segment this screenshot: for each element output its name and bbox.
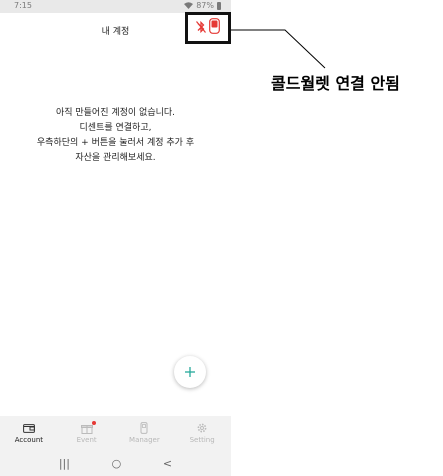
cold-wallet-device-icon xyxy=(209,18,220,38)
nav-label-setting: Setting xyxy=(189,436,215,444)
phone-screen: 7:15 87% 내 계정 아직 만들어진 계정이 없습니다. 디센트를 연결하… xyxy=(0,0,231,476)
wifi-icon xyxy=(184,2,194,9)
page: 7:15 87% 내 계정 아직 만들어진 계정이 없습니다. 디센트를 연결하… xyxy=(0,0,443,476)
bottom-nav: Account Event Manager Setting xyxy=(0,416,231,450)
recent-apps-button[interactable]: ||| xyxy=(59,457,70,470)
nav-item-event[interactable]: Event xyxy=(58,416,116,450)
nav-label-account: Account xyxy=(14,436,43,444)
manager-icon xyxy=(138,422,150,434)
home-button[interactable]: ○ xyxy=(112,457,122,470)
gift-icon xyxy=(80,421,96,434)
nav-item-manager[interactable]: Manager xyxy=(116,416,174,450)
notification-dot xyxy=(91,421,96,425)
empty-state-line: 디센트를 연결하고, xyxy=(79,123,152,133)
empty-state-line: 우측하단의 + 버튼을 눌러서 계정 추가 후 xyxy=(36,138,195,148)
nav-item-account[interactable]: Account xyxy=(0,416,58,450)
battery-percent: 87% xyxy=(196,1,214,10)
gear-icon xyxy=(196,422,208,434)
battery-icon xyxy=(217,1,221,10)
bluetooth-off-icon xyxy=(196,19,206,38)
nav-label-manager: Manager xyxy=(129,436,160,444)
system-nav-bar: ||| ○ < xyxy=(0,450,231,476)
plus-icon xyxy=(184,363,196,382)
add-account-button[interactable] xyxy=(174,356,206,388)
nav-label-event: Event xyxy=(76,436,97,444)
empty-state-line: 아직 만들어진 계정이 없습니다. xyxy=(55,108,176,118)
back-button[interactable]: < xyxy=(163,457,172,470)
status-time: 7:15 xyxy=(14,1,32,10)
wallet-connection-status[interactable] xyxy=(185,12,231,44)
wallet-icon xyxy=(22,422,35,434)
nav-item-setting[interactable]: Setting xyxy=(173,416,231,450)
empty-state-message: 아직 만들어진 계정이 없습니다. 디센트를 연결하고, 우측하단의 + 버튼을… xyxy=(0,106,231,166)
empty-state-line: 자산을 관리해보세요. xyxy=(75,153,156,163)
annotation-label: 콜드월렛 연결 안됨 xyxy=(271,74,400,93)
status-indicators: 87% xyxy=(184,1,221,10)
